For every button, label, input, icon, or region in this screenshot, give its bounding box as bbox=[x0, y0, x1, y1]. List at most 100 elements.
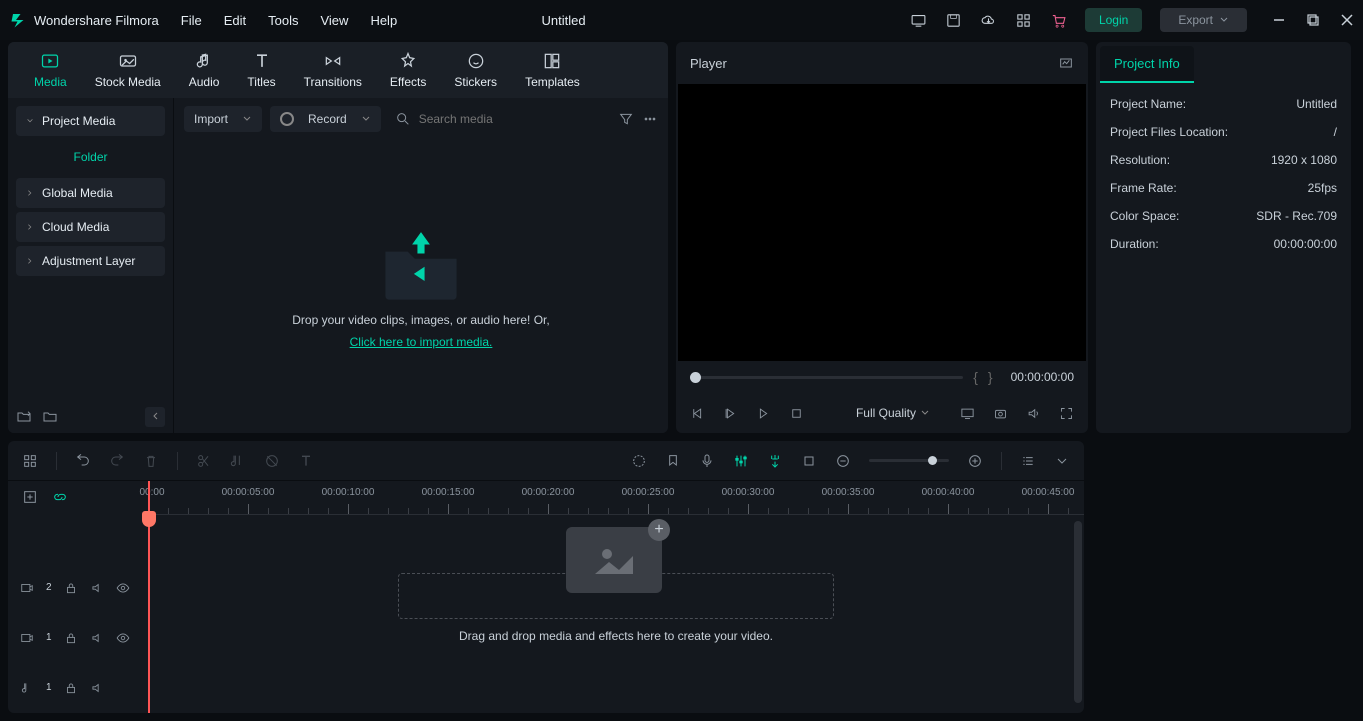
sidebar-item-cloud-media[interactable]: Cloud Media bbox=[16, 212, 165, 242]
search-wrap bbox=[395, 111, 610, 127]
timeline-toolbar bbox=[8, 441, 1084, 481]
menu-file[interactable]: File bbox=[181, 13, 202, 28]
tab-stock-media[interactable]: Stock Media bbox=[81, 45, 175, 95]
voiceover-icon[interactable] bbox=[699, 453, 715, 469]
track-header-audio-1[interactable]: 1 bbox=[8, 663, 148, 713]
redo-icon[interactable] bbox=[109, 453, 125, 469]
track-header-video-1[interactable]: 1 bbox=[8, 613, 148, 663]
play-icon[interactable] bbox=[756, 406, 771, 421]
record-dropdown[interactable]: Record bbox=[270, 106, 381, 132]
device-icon[interactable] bbox=[910, 12, 927, 29]
close-icon[interactable] bbox=[1341, 14, 1353, 26]
drop-area[interactable]: Drop your video clips, images, or audio … bbox=[174, 140, 668, 433]
lock-icon[interactable] bbox=[64, 581, 78, 595]
quality-dropdown[interactable]: Full Quality bbox=[856, 406, 930, 420]
link-icon[interactable] bbox=[52, 489, 68, 505]
tab-media[interactable]: Media bbox=[20, 45, 81, 95]
text-icon[interactable] bbox=[298, 453, 314, 469]
lock-icon[interactable] bbox=[64, 681, 78, 695]
split-icon[interactable] bbox=[196, 453, 212, 469]
audio-mixer-icon[interactable] bbox=[733, 453, 749, 469]
mask-icon[interactable] bbox=[264, 453, 280, 469]
mute-icon[interactable] bbox=[90, 581, 104, 595]
search-input[interactable] bbox=[419, 112, 610, 126]
import-dropdown[interactable]: Import bbox=[184, 106, 262, 132]
tab-titles[interactable]: Titles bbox=[233, 45, 289, 95]
new-folder-icon[interactable] bbox=[16, 409, 32, 425]
chevron-right-icon bbox=[26, 189, 34, 197]
sidebar-item-global-media[interactable]: Global Media bbox=[16, 178, 165, 208]
volume-icon[interactable] bbox=[1026, 406, 1041, 421]
step-back-icon[interactable] bbox=[723, 406, 738, 421]
sidebar-item-project-media[interactable]: Project Media bbox=[16, 106, 165, 136]
ruler-tick: 00:00:15:00 bbox=[422, 487, 475, 498]
apps-icon[interactable] bbox=[1015, 12, 1032, 29]
collapse-sidebar-button[interactable] bbox=[145, 407, 165, 427]
display-icon[interactable] bbox=[960, 406, 975, 421]
mark-out-icon[interactable]: } bbox=[988, 369, 993, 385]
playhead[interactable] bbox=[148, 481, 150, 713]
mute-icon[interactable] bbox=[90, 681, 104, 695]
mute-icon[interactable] bbox=[90, 631, 104, 645]
sidebar-item-adjustment-layer[interactable]: Adjustment Layer bbox=[16, 246, 165, 276]
layout-icon[interactable] bbox=[22, 453, 38, 469]
zoom-slider[interactable] bbox=[869, 459, 949, 462]
render-icon[interactable] bbox=[631, 453, 647, 469]
minimize-icon[interactable] bbox=[1273, 14, 1285, 26]
tab-audio[interactable]: Audio bbox=[175, 45, 234, 95]
list-view-icon[interactable] bbox=[1020, 453, 1036, 469]
folder-label[interactable]: Folder bbox=[16, 140, 165, 174]
save-icon[interactable] bbox=[945, 12, 962, 29]
add-media-plus-icon[interactable]: + bbox=[648, 519, 670, 541]
scrub-track[interactable] bbox=[690, 376, 963, 379]
undo-icon[interactable] bbox=[75, 453, 91, 469]
track-row[interactable] bbox=[148, 623, 1084, 677]
transitions-icon bbox=[323, 51, 343, 71]
login-button[interactable]: Login bbox=[1085, 8, 1142, 32]
timeline-scrollbar[interactable] bbox=[1074, 521, 1082, 703]
cart-icon[interactable] bbox=[1050, 12, 1067, 29]
export-button[interactable]: Export bbox=[1160, 8, 1247, 32]
filter-icon[interactable] bbox=[618, 111, 634, 127]
snapshot-icon[interactable] bbox=[993, 406, 1008, 421]
tab-stickers[interactable]: Stickers bbox=[440, 45, 511, 95]
drop-folder-graphic bbox=[376, 225, 466, 305]
tab-effects[interactable]: Effects bbox=[376, 45, 440, 95]
marker-icon[interactable] bbox=[665, 453, 681, 469]
app-logo: Wondershare Filmora bbox=[10, 11, 159, 29]
folder-icon[interactable] bbox=[42, 409, 58, 425]
timeline-ruler[interactable]: 00:00 00:00:05:00 00:00:10:00 00:00:15:0… bbox=[148, 481, 1084, 515]
more-icon[interactable] bbox=[642, 111, 658, 127]
tab-transitions[interactable]: Transitions bbox=[290, 45, 376, 95]
fullscreen-icon[interactable] bbox=[1059, 406, 1074, 421]
zoom-out-icon[interactable] bbox=[835, 453, 851, 469]
ruler-tick: 00:00:25:00 bbox=[622, 487, 675, 498]
track-header-video-2[interactable]: 2 bbox=[8, 563, 148, 613]
settings-caret-icon[interactable] bbox=[1054, 453, 1070, 469]
import-link[interactable]: Click here to import media. bbox=[350, 335, 493, 349]
tab-templates[interactable]: Templates bbox=[511, 45, 594, 95]
magnet-icon[interactable] bbox=[767, 453, 783, 469]
scopes-icon[interactable] bbox=[1058, 55, 1074, 71]
audio-edit-icon[interactable] bbox=[230, 453, 246, 469]
player-video[interactable] bbox=[678, 84, 1086, 361]
crop-icon[interactable] bbox=[801, 453, 817, 469]
lock-icon[interactable] bbox=[64, 631, 78, 645]
zoom-in-icon[interactable] bbox=[967, 453, 983, 469]
visibility-icon[interactable] bbox=[116, 581, 130, 595]
app-name: Wondershare Filmora bbox=[34, 13, 159, 28]
stop-icon[interactable] bbox=[789, 406, 804, 421]
stickers-icon bbox=[466, 51, 486, 71]
tab-project-info[interactable]: Project Info bbox=[1100, 46, 1194, 83]
mark-in-icon[interactable]: { bbox=[973, 369, 978, 385]
visibility-icon[interactable] bbox=[116, 631, 130, 645]
prev-frame-icon[interactable] bbox=[690, 406, 705, 421]
timeline-tracks-area[interactable]: 00:00 00:00:05:00 00:00:10:00 00:00:15:0… bbox=[148, 481, 1084, 713]
delete-icon[interactable] bbox=[143, 453, 159, 469]
maximize-icon[interactable] bbox=[1307, 14, 1319, 26]
chevron-left-icon bbox=[150, 411, 160, 421]
add-track-icon[interactable] bbox=[22, 489, 38, 505]
ruler-tick: 00:00:40:00 bbox=[922, 487, 975, 498]
cloud-icon[interactable] bbox=[980, 12, 997, 29]
track-row[interactable]: + Drag and drop media and effects here t… bbox=[148, 569, 1084, 623]
